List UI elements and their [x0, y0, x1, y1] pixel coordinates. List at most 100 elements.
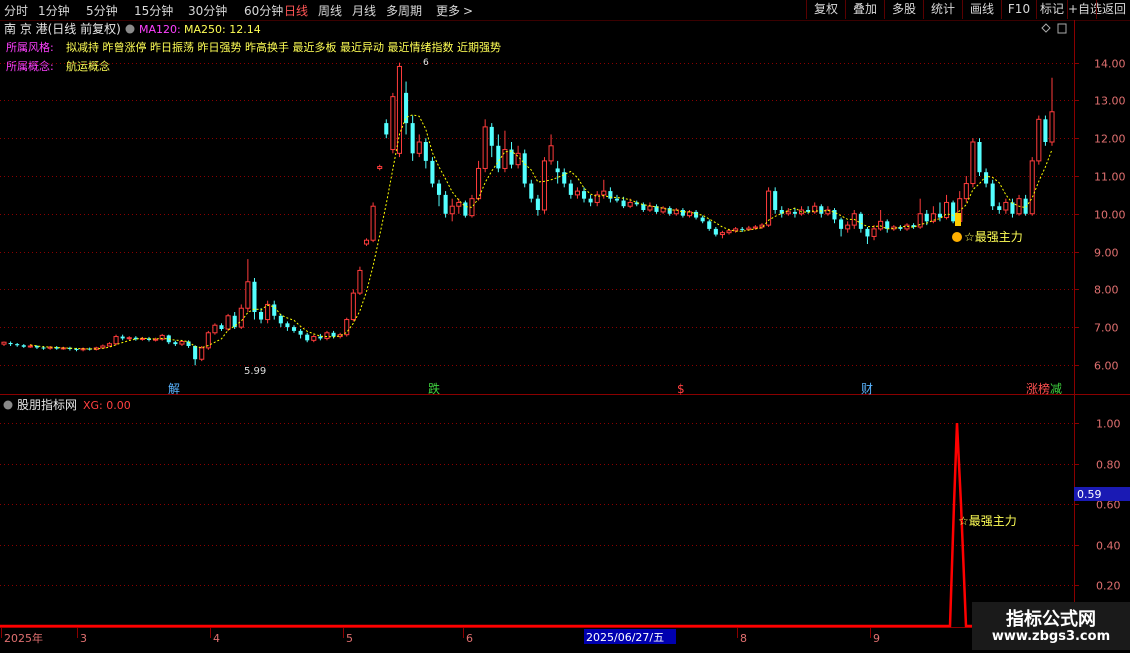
indicator-settings-icon[interactable]: [125, 24, 135, 34]
candle[interactable]: [779, 206, 784, 218]
candle[interactable]: [318, 333, 323, 341]
candle[interactable]: [885, 219, 890, 233]
candle[interactable]: [660, 206, 666, 214]
event-tag-fall[interactable]: 跌: [428, 381, 440, 396]
candle[interactable]: [1036, 115, 1042, 165]
period-tab-60min[interactable]: 60分钟: [244, 2, 283, 19]
candle[interactable]: [858, 211, 863, 233]
candle[interactable]: [159, 333, 165, 341]
candle[interactable]: [245, 259, 251, 312]
candle[interactable]: [673, 208, 679, 216]
candle[interactable]: [436, 179, 442, 207]
diamond-icon[interactable]: [1041, 23, 1051, 33]
period-tab-monthly[interactable]: 月线: [352, 2, 376, 19]
candle[interactable]: [798, 206, 805, 216]
candle[interactable]: [588, 194, 593, 207]
candle[interactable]: [680, 208, 685, 218]
candle[interactable]: [963, 176, 969, 203]
overlay-button[interactable]: 叠加: [845, 0, 884, 19]
candle[interactable]: [173, 340, 178, 346]
candle[interactable]: [410, 115, 415, 161]
candle[interactable]: [272, 300, 277, 320]
candle[interactable]: [713, 227, 718, 237]
back-button[interactable]: 返回: [1096, 0, 1130, 19]
candle[interactable]: [529, 179, 534, 203]
candle[interactable]: [1049, 77, 1055, 146]
candle[interactable]: [153, 337, 159, 342]
candle[interactable]: [449, 198, 455, 222]
candle[interactable]: [443, 191, 448, 218]
candle[interactable]: [363, 238, 370, 246]
candle[interactable]: [430, 157, 435, 188]
add-watchlist-button[interactable]: +自选: [1067, 0, 1102, 19]
candle[interactable]: [259, 308, 264, 324]
indicator-panel-settings-icon[interactable]: [3, 400, 13, 410]
candle[interactable]: [509, 142, 514, 169]
candle[interactable]: [990, 179, 995, 210]
candle[interactable]: [766, 187, 772, 227]
candle[interactable]: [489, 123, 494, 158]
candle[interactable]: [311, 334, 317, 343]
candle[interactable]: [265, 300, 271, 324]
candle[interactable]: [865, 227, 870, 244]
candle[interactable]: [113, 334, 119, 346]
candle[interactable]: [845, 221, 851, 233]
candle[interactable]: [686, 210, 693, 218]
candle[interactable]: [1010, 198, 1015, 218]
candle[interactable]: [977, 138, 982, 176]
candle[interactable]: [904, 223, 910, 231]
candle[interactable]: [252, 278, 257, 320]
restore-rights-button[interactable]: 复权: [806, 0, 845, 19]
candle[interactable]: [1023, 194, 1028, 216]
candle[interactable]: [21, 344, 26, 348]
candle[interactable]: [522, 149, 527, 188]
candle[interactable]: [377, 164, 383, 171]
candle[interactable]: [193, 345, 198, 366]
candle[interactable]: [694, 210, 699, 220]
candle[interactable]: [832, 208, 837, 224]
candle[interactable]: [951, 200, 956, 224]
candle[interactable]: [291, 325, 297, 333]
candle[interactable]: [324, 330, 330, 341]
candle[interactable]: [285, 321, 290, 331]
period-tab-15min[interactable]: 15分钟: [134, 2, 173, 19]
candle[interactable]: [456, 198, 462, 214]
statistics-button[interactable]: 统计: [923, 0, 962, 19]
candle[interactable]: [1029, 157, 1035, 216]
period-tab-weekly[interactable]: 周线: [318, 2, 342, 19]
candle[interactable]: [541, 157, 548, 214]
candle[interactable]: [126, 336, 132, 340]
f10-button[interactable]: F10: [1001, 0, 1036, 19]
candle[interactable]: [219, 323, 224, 331]
candle[interactable]: [707, 219, 712, 231]
candle[interactable]: [212, 323, 218, 335]
candle[interactable]: [370, 202, 376, 243]
candle[interactable]: [278, 313, 283, 328]
mark-button[interactable]: 标记: [1036, 0, 1067, 19]
candle[interactable]: [357, 266, 363, 295]
event-tag-finance[interactable]: 财: [861, 382, 873, 396]
candle[interactable]: [898, 225, 903, 231]
candle[interactable]: [47, 346, 53, 350]
period-tab-30min[interactable]: 30分钟: [188, 2, 227, 19]
draw-line-button[interactable]: 画线: [962, 0, 1001, 19]
candle[interactable]: [515, 145, 521, 169]
candle[interactable]: [482, 119, 488, 173]
candle[interactable]: [120, 334, 125, 341]
candle[interactable]: [225, 313, 231, 331]
candle[interactable]: [574, 187, 580, 199]
candle[interactable]: [878, 210, 884, 231]
candle[interactable]: [1, 341, 7, 346]
candle[interactable]: [199, 346, 205, 362]
candle[interactable]: [555, 160, 560, 184]
event-tag-dollar[interactable]: $: [677, 382, 685, 396]
event-tag-ranking[interactable]: 榜: [1038, 381, 1050, 396]
candle[interactable]: [970, 138, 976, 188]
candle[interactable]: [416, 134, 422, 158]
event-tag-reduce[interactable]: 减: [1050, 382, 1062, 396]
candle[interactable]: [404, 81, 409, 135]
candle[interactable]: [80, 347, 86, 352]
candle[interactable]: [1003, 198, 1009, 214]
candle[interactable]: [997, 202, 1002, 214]
candle[interactable]: [773, 187, 778, 214]
